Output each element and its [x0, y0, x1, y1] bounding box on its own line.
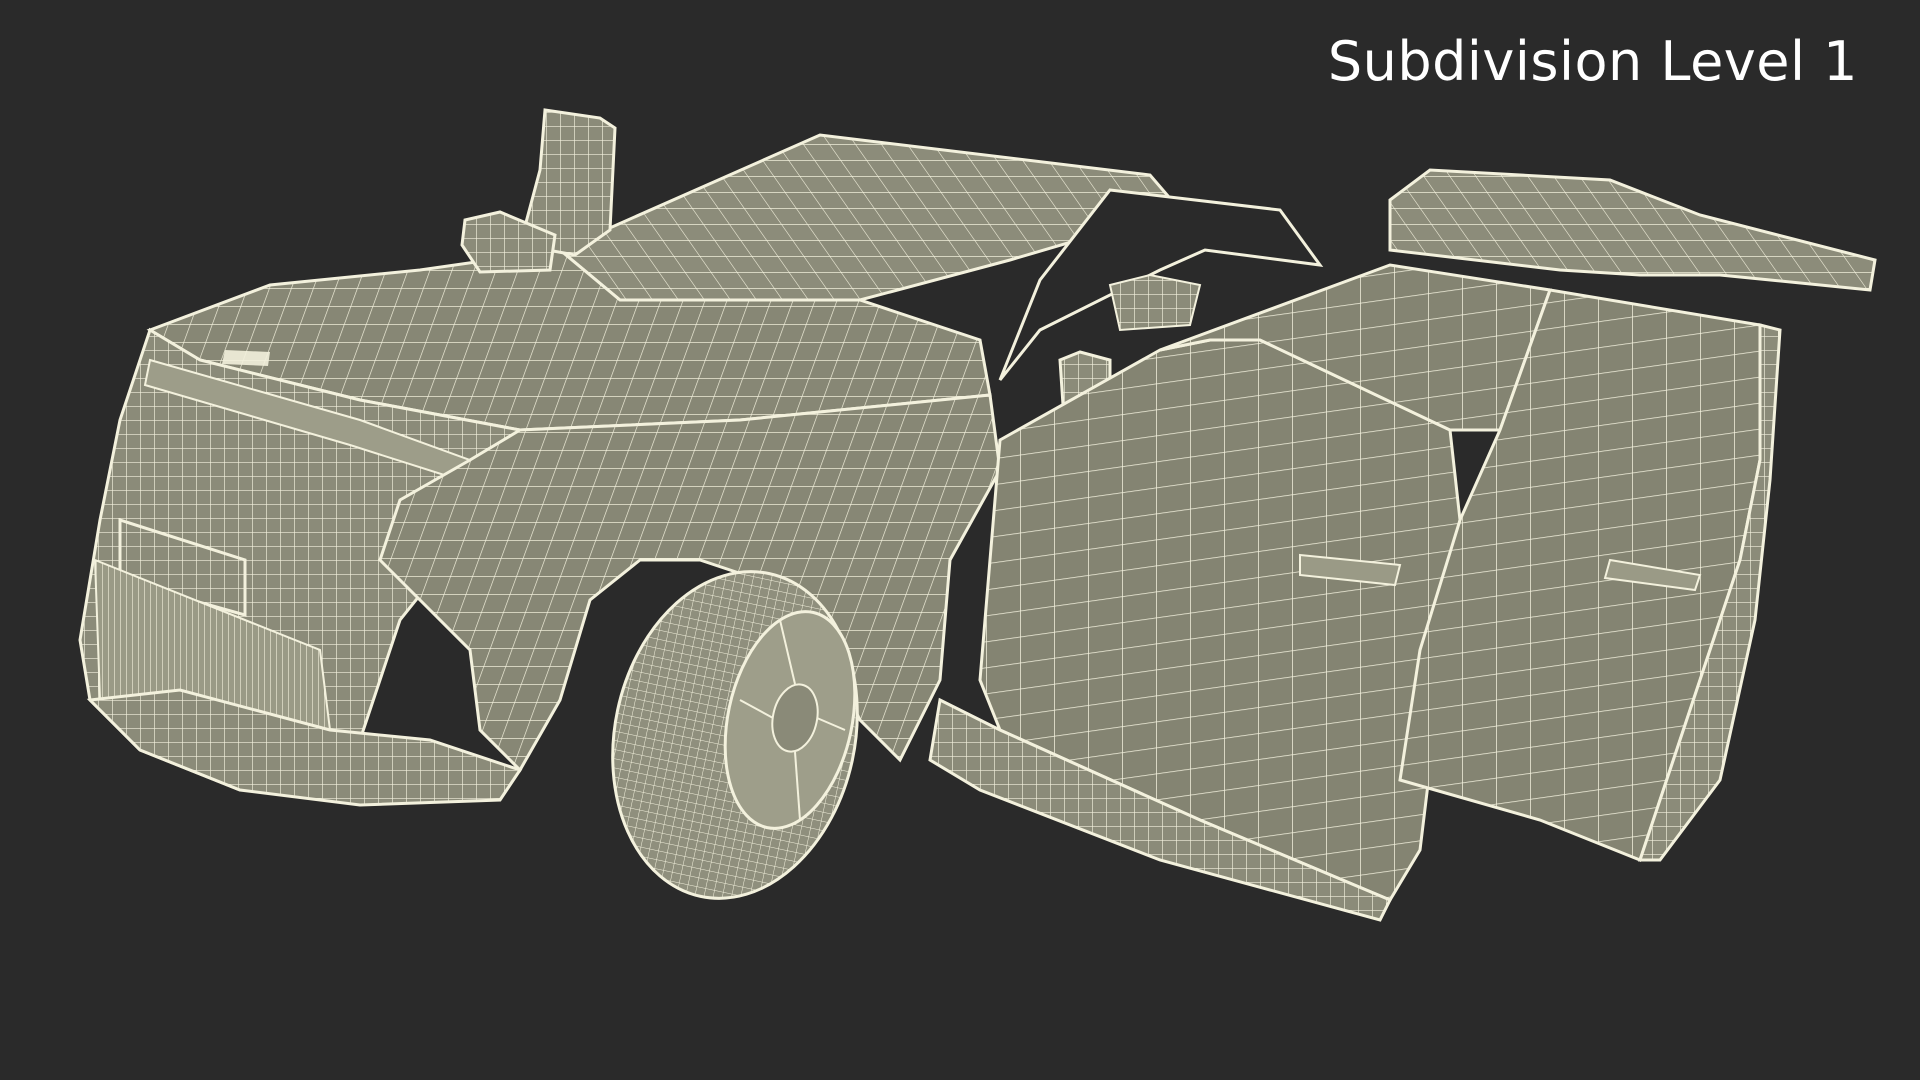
- car-wireframe-model: [78, 108, 1877, 922]
- hood-logo: [222, 350, 270, 366]
- viewport: Subdivision Level 1: [0, 0, 1920, 1080]
- seat-headrest: [1108, 273, 1202, 332]
- subdivision-level-label: Subdivision Level 1: [1327, 30, 1858, 93]
- rear-roof-spoiler: [1388, 168, 1877, 292]
